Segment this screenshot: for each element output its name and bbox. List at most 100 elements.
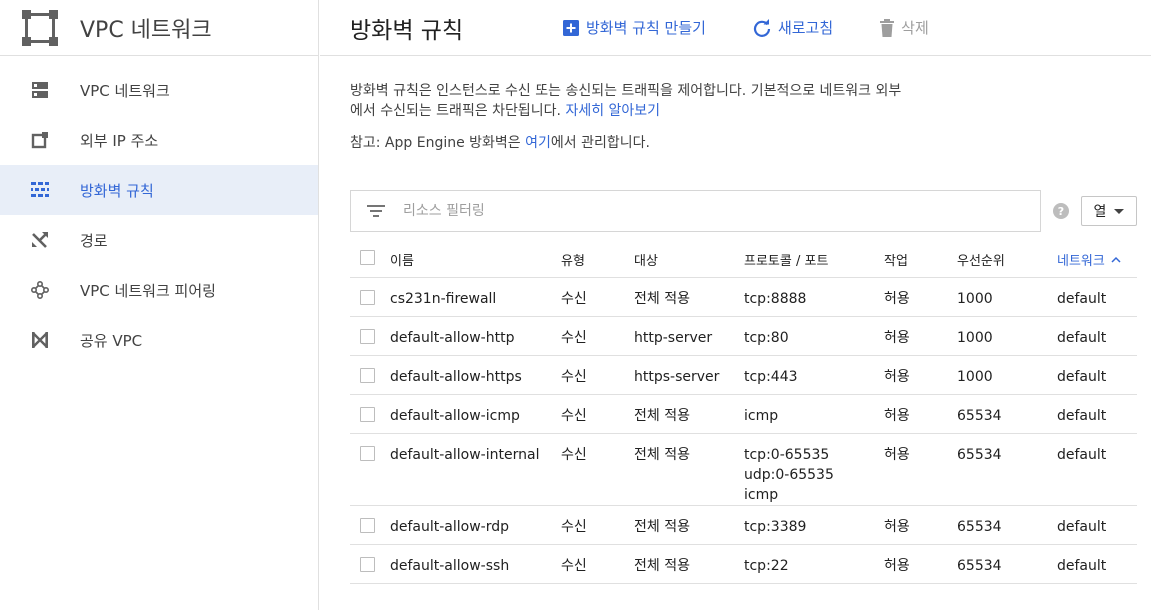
row-checkbox[interactable] [360, 329, 375, 344]
refresh-button-label: 새로고침 [777, 19, 834, 37]
learn-more-link[interactable]: 자세히 알아보기 [565, 103, 660, 119]
cell-name[interactable]: default-allow-rdp [390, 506, 561, 544]
product-title: VPC 네트워크 [80, 17, 212, 43]
table-row: default-allow-icmp 수신 전체 적용 icmp 허용 65534 defa… [350, 395, 1137, 434]
table-row: default-allow-https 수신 https-server tcp:443… [350, 356, 1137, 395]
cell-action: 허용 [884, 291, 910, 307]
create-button-label: 방화벽 규칙 만들기 [586, 19, 706, 37]
sidebar-item-label: 공유 VPC [80, 331, 143, 350]
page-title: 방화벽 규칙 [350, 17, 464, 44]
cell-target: 전체 적용 [634, 558, 690, 574]
columns-button[interactable]: 열 [1081, 196, 1137, 226]
sidebar-item-external-ip[interactable]: 외부 IP 주소 [0, 115, 318, 165]
cell-name[interactable]: default-allow-icmp [390, 395, 561, 433]
select-all-checkbox[interactable] [360, 249, 375, 265]
filter-icon [367, 205, 385, 217]
protocol-port-entry: tcp:3389 [744, 519, 807, 535]
firewall-rules-table: 이름 유형 대상 프로토콜 / 포트 작업 우선순위 네트워크 cs231n-f… [350, 241, 1137, 584]
cell-network: default [1057, 558, 1107, 574]
row-checkbox[interactable] [360, 518, 375, 533]
row-checkbox-cell [350, 317, 390, 355]
cell-action: 허용 [884, 447, 910, 463]
header-target[interactable]: 대상 [634, 250, 744, 269]
help-icon[interactable]: ? [1053, 203, 1069, 223]
row-checkbox[interactable] [360, 557, 375, 572]
delete-button-label: 삭제 [901, 19, 929, 37]
row-checkbox-cell [350, 506, 390, 544]
note-prefix: 참고: App Engine 방화벽은 [350, 135, 526, 151]
header-action[interactable]: 작업 [884, 250, 957, 269]
protocol-port-entry: icmp [744, 408, 779, 424]
header-name[interactable]: 이름 [390, 250, 561, 269]
cell-target: 전체 적용 [634, 408, 690, 424]
cell-protocol: tcp:443 [744, 356, 884, 394]
sidebar-item-routes[interactable]: 경로 [0, 215, 318, 265]
header-network-label: 네트워크 [1057, 253, 1105, 269]
cell-network: default [1057, 408, 1107, 424]
delete-button[interactable]: 삭제 [879, 17, 929, 38]
cell-network: default [1057, 519, 1107, 535]
row-checkbox[interactable] [360, 407, 375, 422]
vpc-logo-icon [22, 9, 58, 46]
app-engine-note: 참고: App Engine 방화벽은 여기에서 관리합니다. [350, 132, 650, 152]
sidebar-item-vpc-peering[interactable]: VPC 네트워크 피어링 [0, 265, 318, 315]
protocol-port-entry: tcp:443 [744, 369, 798, 385]
header-type[interactable]: 유형 [561, 250, 634, 269]
cell-type: 수신 [561, 447, 587, 463]
cell-target: http-server [634, 330, 713, 346]
header-priority[interactable]: 우선순위 [957, 250, 1057, 269]
cell-name[interactable]: default-allow-http [390, 317, 561, 355]
dropdown-caret-icon [1114, 208, 1125, 214]
protocol-port-entry: icmp [744, 487, 779, 503]
cell-name[interactable]: default-allow-https [390, 356, 561, 394]
filter-input[interactable] [403, 203, 1003, 219]
cell-action: 허용 [884, 369, 910, 385]
peering-icon [30, 280, 50, 300]
create-firewall-rule-button[interactable]: 방화벽 규칙 만들기 [562, 17, 706, 38]
app-engine-link[interactable]: 여기 [525, 135, 551, 151]
cell-protocol: tcp:3389 [744, 506, 884, 544]
table-body: cs231n-firewall 수신 전체 적용 tcp:8888 허용 1000 defa… [350, 278, 1137, 584]
cell-network: default [1057, 291, 1107, 307]
cell-type: 수신 [561, 558, 587, 574]
cell-priority: 65534 [957, 447, 1002, 463]
trash-icon [879, 18, 895, 37]
sidebar-item-label: 방화벽 규칙 [80, 181, 154, 200]
header-checkbox-cell [350, 249, 390, 269]
sidebar-item-label: 외부 IP 주소 [80, 131, 159, 150]
table-row: cs231n-firewall 수신 전체 적용 tcp:8888 허용 1000 defa… [350, 278, 1137, 317]
refresh-icon [752, 18, 772, 38]
sidebar-item-label: 경로 [80, 231, 108, 250]
cell-type: 수신 [561, 369, 587, 385]
cell-type: 수신 [561, 291, 587, 307]
sidebar-item-vpc-networks[interactable]: VPC 네트워크 [0, 65, 318, 115]
cell-priority: 1000 [957, 369, 993, 385]
routes-icon [30, 230, 50, 250]
row-checkbox-cell [350, 434, 390, 505]
cell-priority: 1000 [957, 330, 993, 346]
sidebar-item-label: VPC 네트워크 피어링 [80, 281, 216, 300]
sort-ascending-icon [1111, 252, 1121, 267]
cell-name[interactable]: default-allow-internal [390, 434, 561, 505]
add-box-icon [562, 19, 580, 37]
header-protocol[interactable]: 프로토콜 / 포트 [744, 250, 884, 269]
row-checkbox[interactable] [360, 368, 375, 383]
page-header: 방화벽 규칙 방화벽 규칙 만들기 새로고침 삭제 [320, 0, 1151, 56]
refresh-button[interactable]: 새로고침 [752, 17, 833, 38]
cell-action: 허용 [884, 330, 910, 346]
row-checkbox[interactable] [360, 290, 375, 305]
row-checkbox-cell [350, 545, 390, 583]
cell-name[interactable]: cs231n-firewall [390, 278, 561, 316]
sidebar-item-shared-vpc[interactable]: 공유 VPC [0, 315, 318, 365]
cell-name[interactable]: default-allow-ssh [390, 545, 561, 583]
row-checkbox[interactable] [360, 446, 375, 461]
resource-filter[interactable] [350, 190, 1041, 232]
cell-action: 허용 [884, 558, 910, 574]
cell-target: 전체 적용 [634, 447, 690, 463]
sidebar-header: VPC 네트워크 [0, 0, 318, 56]
sidebar-item-firewall-rules[interactable]: 방화벽 규칙 [0, 165, 318, 215]
sidebar-item-label: VPC 네트워크 [80, 81, 170, 100]
row-checkbox-cell [350, 395, 390, 433]
cell-type: 수신 [561, 330, 587, 346]
header-network[interactable]: 네트워크 [1057, 250, 1137, 269]
